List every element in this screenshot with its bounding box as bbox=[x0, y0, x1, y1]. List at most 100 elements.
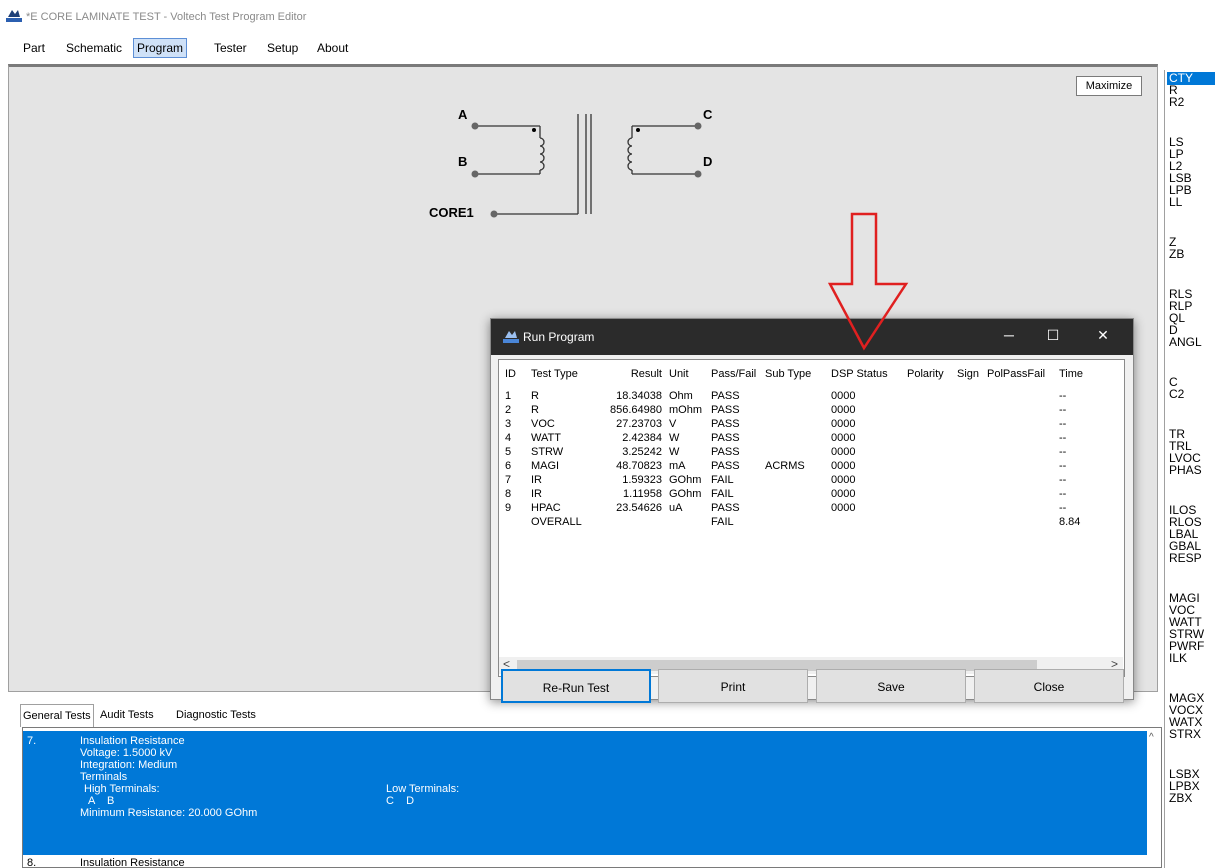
cell-unit: mOhm bbox=[669, 404, 702, 416]
cell-result: 48.70823 bbox=[616, 460, 662, 472]
column-header-time[interactable]: Time bbox=[1059, 368, 1099, 380]
cell-unit: W bbox=[669, 432, 680, 444]
column-header-sign[interactable]: Sign bbox=[957, 368, 985, 380]
table-row[interactable]: 4 WATT 2.42384 W PASS 0000 -- bbox=[499, 432, 1119, 446]
cell-time: -- bbox=[1059, 390, 1067, 402]
table-row[interactable]: 5 STRW 3.25242 W PASS 0000 -- bbox=[499, 446, 1119, 460]
cell-unit: W bbox=[669, 446, 680, 458]
cell-sub-type: ACRMS bbox=[765, 460, 805, 472]
side-item-zbx[interactable]: ZBX bbox=[1169, 792, 1192, 804]
cell-pass-fail: PASS bbox=[711, 418, 740, 430]
side-item-ll[interactable]: LL bbox=[1169, 196, 1182, 208]
table-row[interactable]: 9 HPAC 23.54626 uA PASS 0000 -- bbox=[499, 502, 1119, 516]
column-header-result[interactable]: Result bbox=[599, 368, 662, 380]
cell-unit: GOhm bbox=[669, 474, 702, 486]
side-item-resp[interactable]: RESP bbox=[1169, 552, 1202, 564]
test-voltage: Voltage: 1.5000 kV bbox=[80, 747, 173, 759]
column-header-test-type[interactable]: Test Type bbox=[531, 368, 591, 380]
cell-test-type: STRW bbox=[531, 446, 564, 458]
side-item-zb[interactable]: ZB bbox=[1169, 248, 1184, 260]
test-number-8: 8. bbox=[27, 857, 37, 868]
column-header-dsp-status[interactable]: DSP Status bbox=[831, 368, 897, 380]
column-header-unit[interactable]: Unit bbox=[669, 368, 703, 380]
maximize-icon[interactable]: ☐ bbox=[1043, 327, 1063, 344]
cell-result: 27.23703 bbox=[616, 418, 662, 430]
column-header-polpassfail[interactable]: PolPassFail bbox=[987, 368, 1053, 380]
menu-setup[interactable]: Setup bbox=[264, 39, 301, 57]
cell-dsp-status: 0000 bbox=[831, 418, 856, 430]
cell-id: 9 bbox=[505, 502, 512, 514]
cell-id: 2 bbox=[505, 404, 512, 416]
close-icon[interactable]: ✕ bbox=[1093, 327, 1113, 344]
side-item-angl[interactable]: ANGL bbox=[1169, 336, 1202, 348]
scroll-up-icon[interactable]: ^ bbox=[1149, 732, 1154, 743]
side-item-r2[interactable]: R2 bbox=[1169, 96, 1184, 108]
column-header-sub-type[interactable]: Sub Type bbox=[765, 368, 819, 380]
table-row[interactable]: 6 MAGI 48.70823 mA PASS ACRMS 0000 -- bbox=[499, 460, 1119, 474]
side-item-strx[interactable]: STRX bbox=[1169, 728, 1201, 740]
save-button[interactable]: Save bbox=[816, 669, 966, 703]
dialog-titlebar[interactable]: Run Program ─ ☐ ✕ bbox=[491, 319, 1133, 355]
low-terminals-values: C D bbox=[386, 795, 415, 807]
cell-id: 4 bbox=[505, 432, 512, 444]
terminal-label-d: D bbox=[703, 154, 712, 169]
menu-tester[interactable]: Tester bbox=[211, 39, 250, 57]
tab-audit-tests[interactable]: Audit Tests bbox=[98, 704, 156, 726]
cell-dsp-status: 0000 bbox=[831, 390, 856, 402]
cell-dsp-status: 0000 bbox=[831, 502, 856, 514]
cell-pass-fail: PASS bbox=[711, 390, 740, 402]
terminal-label-a: A bbox=[458, 107, 468, 122]
selected-test-block[interactable]: 7. Insulation Resistance Voltage: 1.5000… bbox=[23, 731, 1147, 855]
cell-result: 18.34038 bbox=[616, 390, 662, 402]
voltech-app-icon bbox=[503, 331, 519, 343]
cell-dsp-status: 0000 bbox=[831, 432, 856, 444]
dialog-title: Run Program bbox=[523, 330, 595, 344]
tab-diagnostic-tests[interactable]: Diagnostic Tests bbox=[174, 704, 258, 726]
close-button[interactable]: Close bbox=[974, 669, 1124, 703]
cell-time: -- bbox=[1059, 418, 1067, 430]
maximize-button[interactable]: Maximize bbox=[1076, 76, 1142, 96]
table-row[interactable]: 2 R 856.64980 mOhm PASS 0000 -- bbox=[499, 404, 1119, 418]
test-details-panel[interactable]: 7. Insulation Resistance Voltage: 1.5000… bbox=[22, 727, 1162, 868]
column-header-id[interactable]: ID bbox=[505, 368, 525, 380]
table-row[interactable]: 8 IR 1.11958 GOhm FAIL 0000 -- bbox=[499, 488, 1119, 502]
cell-test-type: IR bbox=[531, 474, 542, 486]
tab-general-tests[interactable]: General Tests bbox=[20, 704, 94, 727]
cell-pass-fail: FAIL bbox=[711, 474, 734, 486]
cell-unit: mA bbox=[669, 460, 686, 472]
minimize-icon[interactable]: ─ bbox=[999, 327, 1019, 343]
print-button[interactable]: Print bbox=[658, 669, 808, 703]
cell-result: 2.42384 bbox=[622, 432, 662, 444]
side-item-ilk[interactable]: ILK bbox=[1169, 652, 1187, 664]
red-down-arrow-annotation bbox=[827, 212, 909, 351]
column-header-polarity[interactable]: Polarity bbox=[907, 368, 951, 380]
cell-test-type: R bbox=[531, 390, 539, 402]
terminal-label-c: C bbox=[703, 107, 713, 122]
menu-about[interactable]: About bbox=[314, 39, 351, 57]
side-item-c2[interactable]: C2 bbox=[1169, 388, 1184, 400]
terminal-label-core1: CORE1 bbox=[429, 205, 474, 220]
menu-part[interactable]: Part bbox=[20, 39, 48, 57]
cell-id: 1 bbox=[505, 390, 512, 402]
cell-id: 8 bbox=[505, 488, 512, 500]
column-header-pass-fail[interactable]: Pass/Fail bbox=[711, 368, 761, 380]
rerun-test-button[interactable]: Re-Run Test bbox=[501, 669, 651, 703]
cell-result: 3.25242 bbox=[622, 446, 662, 458]
high-terminals-values: A B bbox=[88, 795, 115, 807]
test-type-list[interactable]: CTY R R2 LS LP L2 LSB LPB LL Z ZB RLS RLP QL D ANGL C C2 T… bbox=[1164, 70, 1217, 868]
results-table[interactable]: ID Test Type Result Unit Pass/Fail Sub Type DS… bbox=[498, 359, 1125, 677]
terminal-label-b: B bbox=[458, 154, 467, 169]
app-titlebar: *E CORE LAMINATE TEST - Voltech Test Pro… bbox=[0, 0, 1218, 34]
menu-schematic[interactable]: Schematic bbox=[63, 39, 125, 57]
menu-program[interactable]: Program bbox=[133, 38, 188, 58]
cell-time: -- bbox=[1059, 432, 1067, 444]
table-row[interactable]: 1 R 18.34038 Ohm PASS 0000 -- bbox=[499, 390, 1119, 404]
table-row[interactable]: OVERALL FAIL 8.84 bbox=[499, 516, 1119, 530]
cell-unit: GOhm bbox=[669, 488, 702, 500]
table-row[interactable]: 3 VOC 27.23703 V PASS 0000 -- bbox=[499, 418, 1119, 432]
table-row[interactable]: 7 IR 1.59323 GOhm FAIL 0000 -- bbox=[499, 474, 1119, 488]
voltech-app-icon bbox=[6, 10, 22, 22]
terminals-heading: Terminals bbox=[80, 771, 128, 783]
side-item-phas[interactable]: PHAS bbox=[1169, 464, 1202, 476]
window-title: *E CORE LAMINATE TEST - Voltech Test Pro… bbox=[26, 11, 307, 23]
